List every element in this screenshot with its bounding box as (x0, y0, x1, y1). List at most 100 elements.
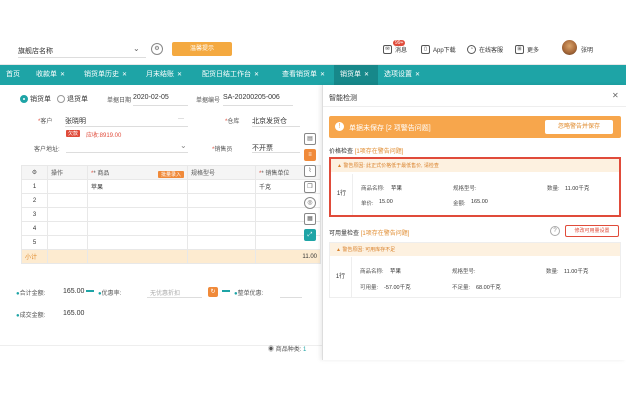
chevron-down-icon[interactable]: ⌄ (133, 44, 140, 53)
close-icon[interactable]: ✕ (415, 72, 420, 78)
tab-sales-history[interactable]: 销货单历史 ✕ (78, 65, 140, 85)
help-icon[interactable]: ? (550, 226, 560, 236)
row-spec[interactable] (187, 193, 256, 208)
tab-home[interactable]: 首页 (0, 65, 30, 85)
refresh-icon[interactable]: ↻ (208, 287, 218, 297)
online-service-button[interactable]: ◔ 在线客服 (467, 45, 503, 54)
row-product[interactable] (87, 207, 188, 222)
subtotal-row: 小计 11.00 (21, 249, 321, 264)
messages-button[interactable]: ✉ 消息 (383, 45, 407, 54)
amount-label: 金额: (453, 201, 466, 207)
product-name-value: 苹果 (390, 269, 402, 275)
row-product[interactable] (87, 193, 188, 208)
customer-label: *客户 (38, 119, 53, 125)
row-product[interactable] (87, 235, 188, 250)
table-row[interactable]: 5 (21, 235, 321, 250)
list-icon[interactable]: ≡ (304, 149, 316, 161)
stock-check-title-text: 可用量检查 (329, 231, 360, 237)
paperclip-icon[interactable]: ⌇ (304, 165, 316, 177)
warning-icon: ! (335, 122, 344, 131)
row-product[interactable]: 苹果 (87, 179, 188, 194)
service-icon: ◔ (467, 45, 476, 54)
warehouse-field[interactable]: 北京发货仓 (252, 116, 287, 126)
chevron-down-icon[interactable]: ⌄ (180, 141, 187, 150)
box-icon[interactable]: ▦ (304, 213, 316, 225)
unit-price-value: 15.00 (379, 199, 393, 205)
table-row[interactable]: 1 苹果 千克 (21, 179, 321, 194)
close-icon[interactable]: ✕ (320, 72, 325, 78)
product-kinds-value: 1 (303, 347, 307, 353)
tab-options[interactable]: 选项设置 ✕ (378, 65, 436, 85)
order-no-field[interactable]: SA-20200205-006 (223, 94, 280, 101)
row-spec[interactable] (187, 221, 256, 236)
row-spec[interactable] (187, 207, 256, 222)
more-button[interactable]: ⊞ 更多 (515, 45, 539, 54)
warehouse-label: *仓库 (225, 119, 240, 125)
radio-return[interactable]: 退货单 (57, 94, 88, 104)
close-icon[interactable]: ✕ (122, 72, 127, 78)
username[interactable]: 张明 (581, 45, 593, 54)
radio-on-icon (20, 95, 28, 104)
radio-sales[interactable]: 销货单 (20, 94, 51, 104)
close-icon[interactable]: ✕ (254, 72, 259, 78)
modify-stock-settings-button[interactable]: 修改可用量设置 (565, 225, 619, 237)
row-action[interactable] (47, 179, 88, 194)
avatar[interactable] (562, 40, 577, 55)
tab-daily-workbench[interactable]: 配货日结工作台 ✕ (196, 65, 276, 85)
message-count-badge: 99+ (393, 40, 406, 46)
row-action[interactable] (47, 207, 88, 222)
tab-receipt[interactable]: 收款单 ✕ (30, 65, 78, 85)
notice-banner[interactable]: 温馨提示 (172, 42, 232, 56)
tab-sales-order[interactable]: 销货单 ✕ (334, 65, 378, 85)
qty-label: 数量: (547, 186, 560, 192)
product-name-value: 苹果 (391, 186, 403, 192)
row-action[interactable] (47, 221, 88, 236)
customer-field[interactable]: 张晓明 (65, 116, 86, 126)
tab-label: 查看销货单 (282, 71, 317, 78)
batch-entry-button[interactable]: 批量录入 (157, 170, 184, 178)
clipboard-icon[interactable]: ▤ (304, 133, 316, 145)
expand-icon[interactable]: ⤢ (304, 229, 316, 241)
date-field[interactable]: 2020-02-05 (133, 94, 169, 101)
row-spec[interactable] (187, 235, 256, 250)
gear-icon[interactable]: ⚙ (151, 43, 163, 55)
panel-title: 智能检测 (329, 95, 357, 102)
dash-icon (86, 290, 94, 292)
app-download-label: App下载 (433, 48, 456, 54)
tab-bar: 首页 收款单 ✕ 销货单历史 ✕ 月末结账 ✕ 配货日结工作台 ✕ 查看销货单 ✕ 销货单… (0, 65, 626, 85)
ignore-and-save-button[interactable]: 忽略警告并保存 (545, 120, 613, 134)
copy-icon[interactable]: ❐ (304, 181, 316, 193)
row-product[interactable] (87, 221, 188, 236)
mail-icon: ✉ (383, 45, 392, 54)
total-label-text: 合计金额: (19, 291, 46, 297)
tab-view-sales[interactable]: 查看销货单 ✕ (276, 65, 334, 85)
table-row[interactable]: 3 (21, 207, 321, 222)
stock-warning-strip: ▲ 警告原因: 可用库存不足 (330, 243, 620, 256)
row-action[interactable] (47, 193, 88, 208)
discount-input[interactable]: 无优惠折扣 (150, 288, 180, 297)
product-name-label: 商品名称: (361, 186, 385, 192)
close-icon[interactable]: ✕ (612, 91, 619, 100)
camera-icon[interactable]: ◎ (304, 197, 316, 209)
close-icon[interactable]: ✕ (364, 72, 369, 78)
store-selector[interactable]: 旗舰店名称 (18, 46, 53, 56)
available-value: -57.00千克 (384, 285, 411, 291)
order-no-underline (223, 105, 293, 106)
app-download-button[interactable]: ▯ App下载 (421, 45, 456, 54)
spec-label: 规格型号: (452, 269, 476, 275)
tab-month-end[interactable]: 月末结账 ✕ (140, 65, 196, 85)
gear-icon[interactable]: ⚙ (21, 165, 48, 180)
subtotal-label: 小计 (21, 249, 48, 264)
row-action[interactable] (47, 235, 88, 250)
table-row[interactable]: 2 (21, 193, 321, 208)
warehouse-label-text: 仓库 (227, 119, 240, 125)
table-row[interactable]: 4 (21, 221, 321, 236)
price-warning-text: 警告原因: 此正式价格低于最低售价, 请检查 (343, 163, 439, 169)
customer-more[interactable]: ··· (178, 116, 184, 122)
row-spec[interactable] (187, 179, 256, 194)
product-table: ⚙ 操作 ** 商品 批量录入 规格型号 ** 销售单位 1 苹果 千克 2 3… (21, 165, 321, 264)
close-icon[interactable]: ✕ (177, 72, 182, 78)
salesperson-underline (252, 152, 300, 153)
col-product-text: * 商品 (93, 170, 110, 177)
close-icon[interactable]: ✕ (60, 72, 65, 78)
